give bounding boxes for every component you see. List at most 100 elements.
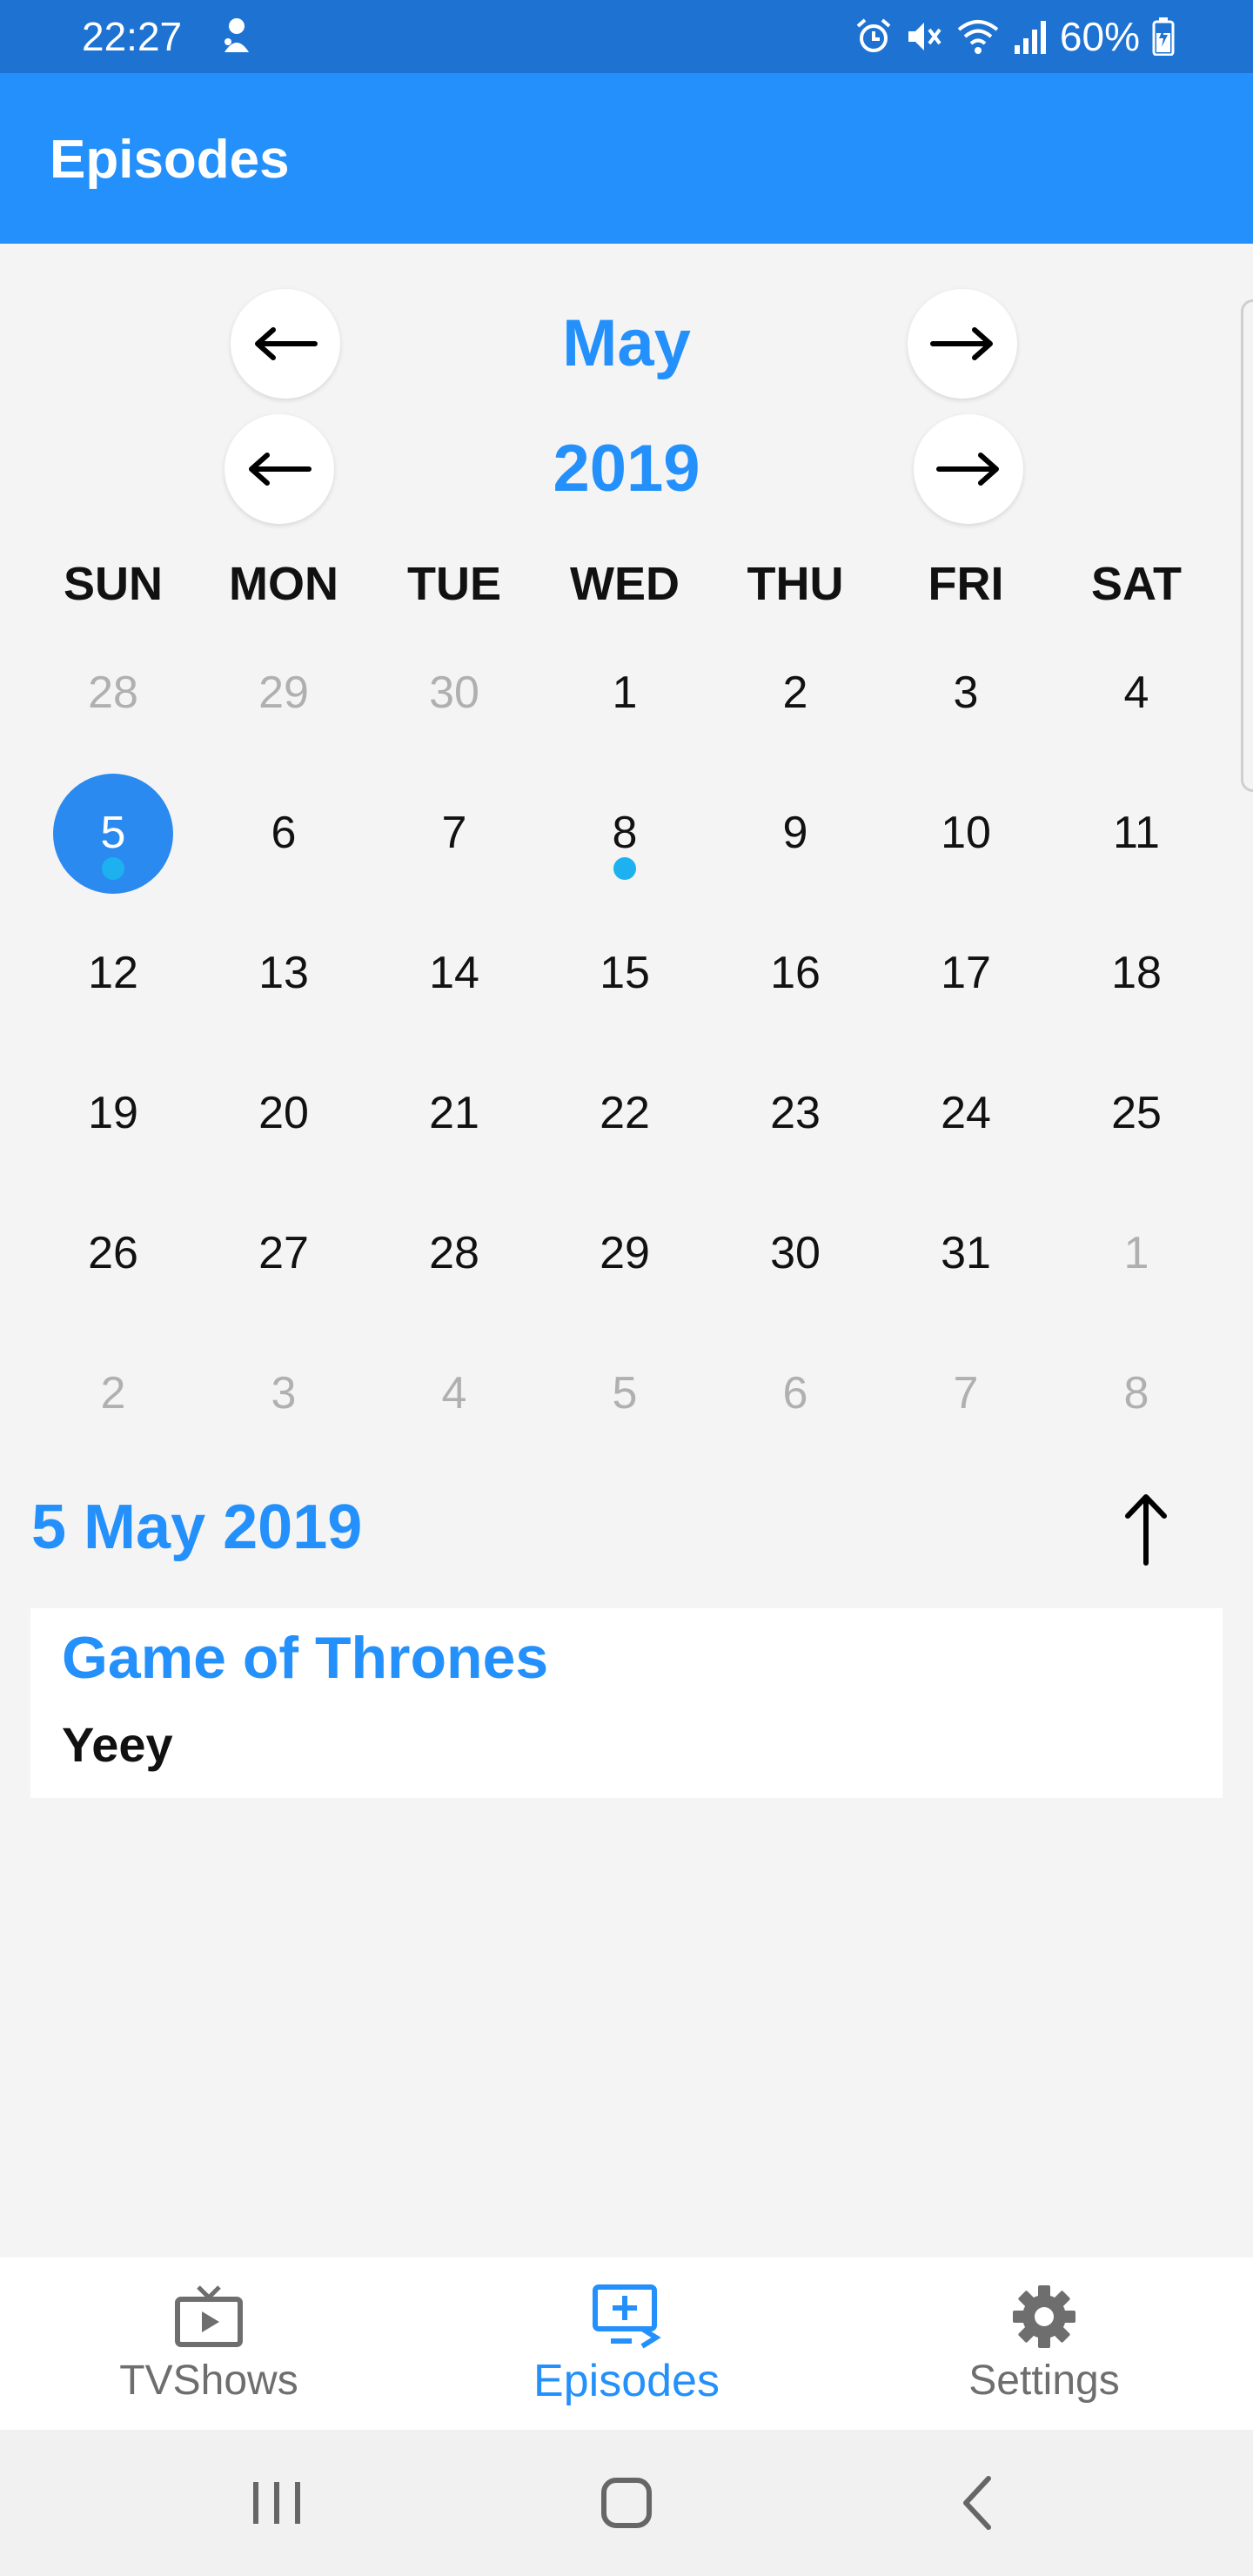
calendar-day[interactable]: 15: [539, 929, 710, 1016]
status-icons: 60%: [854, 12, 1175, 61]
day-number: 2: [782, 667, 808, 718]
calendar-day[interactable]: 31: [881, 1210, 1051, 1297]
arrow-up-icon: [1125, 1494, 1167, 1566]
home-button[interactable]: [592, 2468, 661, 2538]
calendar-day[interactable]: 29: [539, 1210, 710, 1297]
tab-episodes[interactable]: Episodes: [418, 2257, 835, 2430]
system-nav-bar: [0, 2430, 1253, 2576]
next-year-button[interactable]: [914, 414, 1023, 524]
status-bar: 22:27 60%: [0, 0, 1253, 73]
day-number: 30: [429, 667, 479, 718]
calendar-day[interactable]: 18: [1051, 929, 1222, 1016]
calendar-day[interactable]: 20: [198, 1070, 369, 1157]
prev-year-button[interactable]: [224, 414, 334, 524]
battery-percent: 60%: [1059, 14, 1140, 59]
arrow-left-icon: [249, 453, 312, 486]
episode-card[interactable]: Game of Thrones Yeey: [30, 1608, 1223, 1798]
scroll-indicator[interactable]: [1241, 299, 1253, 792]
calendar-day[interactable]: 6: [710, 1350, 881, 1437]
tab-label: Settings: [968, 2358, 1120, 2404]
calendar-day[interactable]: 16: [710, 929, 881, 1016]
calendar-day[interactable]: 2: [28, 1350, 198, 1437]
calendar-day[interactable]: 2: [710, 649, 881, 736]
calendar-day[interactable]: 26: [28, 1210, 198, 1297]
day-number: 1: [1123, 1228, 1149, 1278]
tab-tvshows[interactable]: TVShows: [0, 2257, 418, 2430]
back-icon: [963, 2476, 991, 2530]
calendar-day[interactable]: 24: [881, 1070, 1051, 1157]
calendar-day[interactable]: 7: [369, 789, 539, 876]
day-number: 2: [100, 1368, 126, 1419]
calendar-day[interactable]: 12: [28, 929, 198, 1016]
calendar-day[interactable]: 7: [881, 1350, 1051, 1437]
calendar-day[interactable]: 5: [539, 1350, 710, 1437]
calendar-day[interactable]: 23: [710, 1070, 881, 1157]
day-number: 24: [941, 1088, 991, 1138]
weekday-label: THU: [747, 558, 844, 610]
day-number: 6: [782, 1368, 808, 1419]
day-number: 21: [429, 1088, 479, 1138]
notification-icon: [219, 14, 254, 57]
calendar-day[interactable]: 4: [369, 1350, 539, 1437]
calendar-day[interactable]: 30: [710, 1210, 881, 1297]
calendar-day[interactable]: 8: [1051, 1350, 1222, 1437]
battery-icon: [1152, 17, 1175, 56]
day-number: 16: [770, 948, 821, 998]
mute-icon: [905, 17, 943, 56]
calendar-day[interactable]: 9: [710, 789, 881, 876]
calendar-day[interactable]: 11: [1051, 789, 1222, 876]
tab-label: TVShows: [119, 2358, 298, 2404]
calendar-day[interactable]: 5: [28, 774, 198, 894]
day-number: 28: [429, 1228, 479, 1278]
calendar-day[interactable]: 28: [28, 649, 198, 736]
day-number: 29: [600, 1228, 650, 1278]
page-title: Episodes: [50, 130, 290, 190]
calendar-day[interactable]: 22: [539, 1070, 710, 1157]
prev-month-button[interactable]: [231, 289, 340, 399]
day-number: 17: [941, 948, 991, 998]
weekday-label: WED: [570, 558, 680, 610]
calendar-day[interactable]: 21: [369, 1070, 539, 1157]
day-number: 7: [441, 808, 467, 858]
calendar-day[interactable]: 3: [198, 1350, 369, 1437]
day-number: 5: [100, 808, 126, 858]
collapse-button[interactable]: [1116, 1490, 1176, 1568]
selected-date-heading: 5 May 2019: [31, 1493, 363, 1562]
day-number: 13: [258, 948, 309, 998]
calendar-day[interactable]: 10: [881, 789, 1051, 876]
tv-icon: [175, 2285, 243, 2347]
calendar-day[interactable]: 1: [1051, 1210, 1222, 1297]
calendar-day[interactable]: 4: [1051, 649, 1222, 736]
recent-apps-button[interactable]: [242, 2468, 312, 2538]
calendar-day[interactable]: 19: [28, 1070, 198, 1157]
calendar-day[interactable]: 27: [198, 1210, 369, 1297]
day-number: 12: [88, 948, 138, 998]
day-number: 4: [441, 1368, 467, 1419]
episodes-icon: [593, 2284, 661, 2349]
year-label: 2019: [553, 432, 700, 506]
back-button[interactable]: [943, 2468, 1013, 2538]
calendar-day[interactable]: 8: [539, 789, 710, 880]
calendar-day[interactable]: 13: [198, 929, 369, 1016]
calendar-day[interactable]: 1: [539, 649, 710, 736]
episode-show-name: Game of Thrones: [62, 1625, 549, 1691]
calendar-day[interactable]: 3: [881, 649, 1051, 736]
day-number: 20: [258, 1088, 309, 1138]
calendar-day[interactable]: 30: [369, 649, 539, 736]
calendar-day[interactable]: 14: [369, 929, 539, 1016]
calendar-day[interactable]: 6: [198, 789, 369, 876]
calendar-day[interactable]: 25: [1051, 1070, 1222, 1157]
day-number: 7: [953, 1368, 979, 1419]
calendar-day[interactable]: 17: [881, 929, 1051, 1016]
weekday-label: SUN: [63, 558, 163, 610]
calendar-day[interactable]: 28: [369, 1210, 539, 1297]
day-number: 5: [612, 1368, 638, 1419]
tab-settings[interactable]: Settings: [835, 2257, 1253, 2430]
episode-title: Yeey: [62, 1717, 173, 1772]
next-month-button[interactable]: [908, 289, 1017, 399]
weekday-label: MON: [229, 558, 338, 610]
day-number: 15: [600, 948, 650, 998]
month-label: May: [562, 306, 691, 380]
calendar-day[interactable]: 29: [198, 649, 369, 736]
gear-icon: [1013, 2285, 1075, 2348]
